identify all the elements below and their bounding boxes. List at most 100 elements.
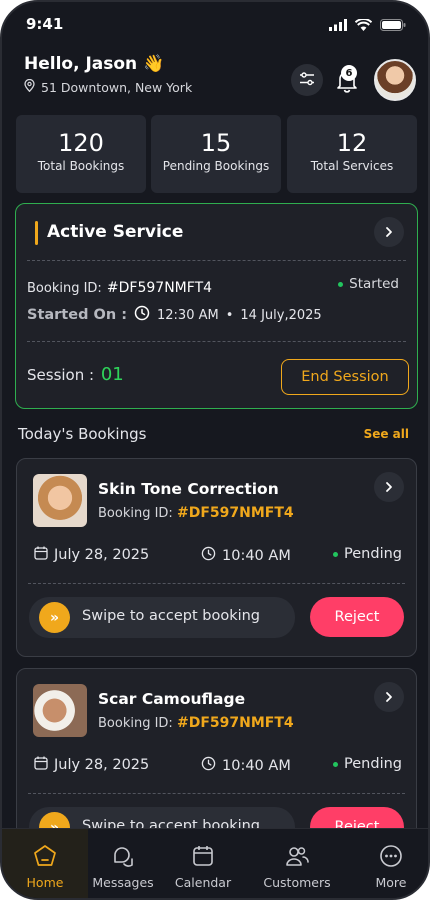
status-dot-icon bbox=[333, 761, 339, 767]
separator-dot: • bbox=[225, 307, 234, 323]
status-text: Pending bbox=[344, 756, 402, 772]
battery-icon bbox=[380, 16, 406, 35]
booking-date: July 28, 2025 bbox=[54, 757, 150, 773]
booking-id-row: Booking ID: #DF597NMFT4 bbox=[27, 277, 212, 296]
status-icons bbox=[329, 16, 406, 35]
calendar-icon bbox=[34, 546, 48, 564]
date-row: July 28, 2025 bbox=[34, 546, 149, 564]
tab-label: Customers bbox=[263, 875, 331, 890]
status-dot-icon bbox=[333, 551, 339, 557]
stat-total-bookings: 120 Total Bookings bbox=[16, 115, 146, 193]
stat-label: Pending Bookings bbox=[162, 159, 270, 173]
messages-icon bbox=[110, 843, 136, 872]
active-service-card: Active Service Booking ID: #DF597NMFT4 S… bbox=[15, 203, 418, 409]
greeting: Hello, Jason 👋 bbox=[24, 54, 165, 74]
active-service-title: Active Service bbox=[47, 222, 184, 242]
stat-value: 120 bbox=[58, 129, 104, 157]
tab-label: Messages bbox=[92, 875, 154, 890]
booking-id-row: Booking ID: #DF597NMFT4 bbox=[98, 505, 294, 521]
divider bbox=[27, 260, 406, 261]
location-text: 51 Downtown, New York bbox=[41, 79, 193, 95]
time-row: 10:40 AM bbox=[201, 756, 291, 775]
home-pentagon-icon bbox=[32, 843, 58, 872]
stat-label: Total Bookings bbox=[37, 159, 125, 173]
booking-open-button[interactable] bbox=[374, 682, 404, 712]
clock-icon bbox=[201, 756, 216, 775]
tab-label: More bbox=[375, 875, 407, 890]
session-number: 01 bbox=[100, 364, 124, 385]
chevron-right-icon bbox=[384, 688, 394, 707]
stat-total-services: 12 Total Services bbox=[287, 115, 417, 193]
active-service-open-button[interactable] bbox=[374, 217, 404, 247]
session-row: Session : 01 bbox=[27, 364, 124, 385]
booking-id-row: Booking ID: #DF597NMFT4 bbox=[98, 715, 294, 731]
service-thumbnail bbox=[33, 474, 87, 527]
tab-messages[interactable]: Messages bbox=[80, 829, 166, 898]
time-row: 10:40 AM bbox=[201, 546, 291, 565]
date-row: July 28, 2025 bbox=[34, 756, 149, 774]
service-name: Skin Tone Correction bbox=[98, 480, 279, 498]
double-chevron-right-icon[interactable]: » bbox=[39, 602, 70, 633]
booking-id-label: Booking ID: bbox=[98, 716, 173, 731]
calendar-icon bbox=[190, 843, 216, 872]
booking-id-label: Booking ID: bbox=[27, 281, 102, 296]
booking-time: 10:40 AM bbox=[222, 757, 291, 774]
reject-button[interactable]: Reject bbox=[310, 597, 404, 637]
started-time: 12:30 AM bbox=[157, 307, 219, 323]
phone-screen: 9:41 Hello, Jason 👋 51 Downtown, New Yor… bbox=[0, 0, 430, 900]
started-on-label: Started On : bbox=[27, 307, 127, 323]
status-badge: Pending bbox=[333, 546, 402, 562]
service-thumbnail bbox=[33, 684, 87, 737]
wifi-icon bbox=[354, 16, 373, 35]
swipe-to-accept-slider[interactable]: » Swipe to accept booking bbox=[29, 597, 295, 638]
tab-home[interactable]: Home bbox=[2, 829, 88, 898]
service-name: Scar Camouflage bbox=[98, 690, 246, 708]
tab-customers[interactable]: Customers bbox=[254, 829, 340, 898]
sliders-icon bbox=[299, 71, 315, 90]
filter-button[interactable] bbox=[291, 64, 323, 96]
swipe-text: Swipe to accept booking bbox=[82, 608, 261, 624]
status-time: 9:41 bbox=[26, 15, 64, 33]
status-badge: Pending bbox=[333, 756, 402, 772]
tab-calendar[interactable]: Calendar bbox=[160, 829, 246, 898]
status-dot-icon bbox=[338, 281, 344, 287]
divider bbox=[27, 341, 406, 342]
booking-id-value: #DF597NMFT4 bbox=[106, 280, 213, 296]
tab-label: Calendar bbox=[174, 875, 232, 890]
booking-id-value: #DF597NMFT4 bbox=[176, 715, 294, 731]
calendar-icon bbox=[34, 756, 48, 774]
tab-more[interactable]: More bbox=[348, 829, 428, 898]
bottom-tab-bar: Home Messages Calendar Customers More bbox=[2, 828, 428, 898]
tab-label: Home bbox=[26, 875, 64, 890]
started-on-row: Started On : 12:30 AM • 14 July,2025 bbox=[27, 305, 322, 325]
status-bar: 9:41 bbox=[2, 2, 428, 46]
stat-pending-bookings: 15 Pending Bookings bbox=[151, 115, 281, 193]
session-label: Session : bbox=[27, 366, 95, 384]
more-icon bbox=[378, 843, 404, 872]
avatar[interactable] bbox=[374, 59, 416, 101]
status-badge: Started bbox=[338, 276, 399, 292]
customers-icon bbox=[284, 843, 310, 872]
location-pin-icon bbox=[24, 78, 35, 95]
end-session-button[interactable]: End Session bbox=[281, 359, 409, 395]
chevron-right-icon bbox=[384, 223, 394, 242]
clock-icon bbox=[201, 546, 216, 565]
booking-open-button[interactable] bbox=[374, 472, 404, 502]
status-text: Pending bbox=[344, 546, 402, 562]
status-text: Started bbox=[349, 276, 399, 292]
booking-id-value: #DF597NMFT4 bbox=[176, 505, 294, 521]
see-all-link[interactable]: See all bbox=[364, 427, 409, 441]
stat-value: 15 bbox=[200, 129, 232, 157]
accent-bar bbox=[35, 221, 38, 245]
divider bbox=[28, 583, 405, 584]
booking-card[interactable]: Skin Tone Correction Booking ID: #DF597N… bbox=[16, 458, 417, 657]
bell-icon bbox=[332, 71, 362, 98]
location: 51 Downtown, New York bbox=[24, 78, 193, 95]
stat-label: Total Services bbox=[310, 159, 394, 173]
clock-icon bbox=[134, 305, 150, 325]
chevron-right-icon bbox=[384, 478, 394, 497]
divider bbox=[28, 793, 405, 794]
signal-icon bbox=[329, 16, 347, 35]
notification-badge: 6 bbox=[341, 65, 357, 81]
stat-value: 12 bbox=[336, 129, 368, 157]
